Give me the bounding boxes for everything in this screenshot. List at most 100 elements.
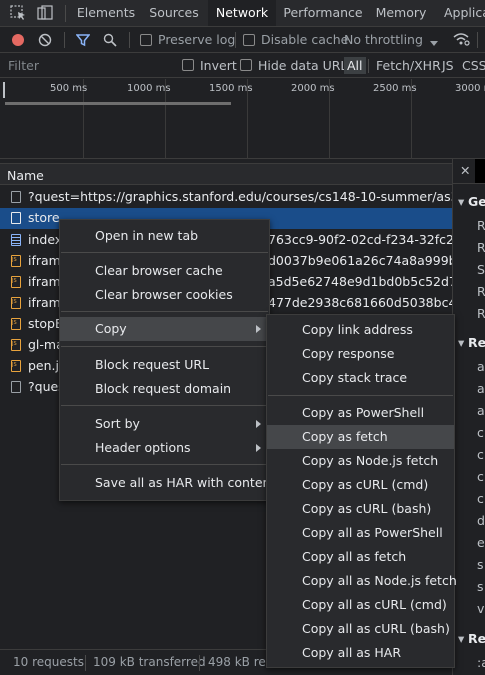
menu-item-sort-by[interactable]: Sort by <box>95 412 140 436</box>
menu-item-copy-all-as-nodejs-fetch[interactable]: Copy all as Node.js fetch <box>302 569 457 593</box>
section-toggle-icon[interactable]: ▾ <box>458 631 464 646</box>
inspect-element-icon[interactable] <box>10 5 28 21</box>
menu-item-copy-all-as-curl-bash[interactable]: Copy all as cURL (bash) <box>302 617 450 641</box>
dropdown-arrow-icon[interactable] <box>430 36 438 50</box>
context-menu: Open in new tab Clear browser cache Clea… <box>59 219 275 501</box>
filter-input[interactable]: Filter <box>8 58 39 73</box>
record-icon[interactable] <box>11 33 25 50</box>
menu-item-copy-all-as-curl-cmd[interactable]: Copy all as cURL (cmd) <box>302 593 447 617</box>
filter-css-button[interactable]: CSS <box>462 58 485 73</box>
script-icon <box>11 360 21 372</box>
timeline-tick-label: 2500 ms <box>373 83 417 94</box>
column-header-label: Name <box>7 168 44 183</box>
devtools-tab-bar: Elements Sources Network Performance Mem… <box>0 0 485 27</box>
close-icon[interactable]: ✕ <box>460 163 470 178</box>
detail-key: e <box>477 535 485 550</box>
tab-memory[interactable]: Memory <box>370 0 432 26</box>
menu-separator <box>61 311 268 312</box>
resources-size: 498 kB res <box>208 655 273 669</box>
filter-fetch-xhr-button[interactable]: Fetch/XHR <box>376 58 441 73</box>
detail-key: a <box>477 359 485 374</box>
menu-item-copy-all-as-powershell[interactable]: Copy all as PowerShell <box>302 521 443 545</box>
submenu-arrow-icon <box>256 444 261 452</box>
script-icon <box>11 318 21 330</box>
request-url-suffix: 763cc9-90f2-02cd-f234-32fc23... <box>268 232 452 247</box>
detail-key: R <box>477 218 485 233</box>
menu-item-copy-as-fetch-label: Copy as fetch <box>302 429 388 444</box>
tab-application[interactable]: Applica <box>444 0 485 26</box>
invert-label: Invert <box>200 58 237 73</box>
menu-item-copy[interactable]: Copy <box>60 317 269 341</box>
column-header-name[interactable]: Name <box>0 163 452 185</box>
table-row[interactable]: ?quest=https://graphics.stanford.edu/cou… <box>0 187 452 208</box>
tab-sources[interactable]: Sources <box>144 0 204 26</box>
hide-data-urls-checkbox[interactable] <box>240 59 252 71</box>
script-icon <box>11 297 21 309</box>
response-headers-header[interactable]: Res <box>468 335 485 350</box>
menu-item-header-options[interactable]: Header options <box>95 436 191 460</box>
clear-icon[interactable] <box>38 33 52 50</box>
request-details-pane: ✕ ▾ Gen R R S R R ▾ Res a a a c c c c d … <box>452 159 485 675</box>
timeline-tick-label: 3000 m <box>455 83 485 94</box>
menu-item-copy-as-curl-cmd[interactable]: Copy as cURL (cmd) <box>302 473 428 497</box>
tab-network[interactable]: Network <box>208 0 276 26</box>
menu-item-copy-stack-trace[interactable]: Copy stack trace <box>302 366 407 390</box>
network-toolbar: Preserve log Disable cache No throttling <box>0 27 485 53</box>
detail-key: a <box>477 403 485 418</box>
detail-key: S <box>477 262 485 277</box>
request-headers-header[interactable]: Req <box>468 631 485 646</box>
tab-elements[interactable]: Elements <box>71 0 141 26</box>
menu-separator <box>61 464 268 465</box>
details-tab[interactable] <box>475 159 485 183</box>
throttling-select[interactable]: No throttling <box>344 32 423 47</box>
menu-separator <box>61 346 268 347</box>
detail-key: R <box>477 284 485 299</box>
preserve-log-checkbox[interactable] <box>140 34 152 46</box>
disable-cache-checkbox[interactable] <box>243 34 255 46</box>
request-name: ?quest=https://graphics.stanford.edu/cou… <box>28 189 452 204</box>
divider <box>199 655 200 671</box>
invert-checkbox[interactable] <box>182 59 194 71</box>
detail-key: s <box>477 557 484 572</box>
section-toggle-icon[interactable]: ▾ <box>458 194 464 209</box>
filter-icon[interactable] <box>75 33 91 50</box>
menu-item-open-new-tab[interactable]: Open in new tab <box>95 224 198 248</box>
menu-item-copy-response[interactable]: Copy response <box>302 342 394 366</box>
request-name: store <box>28 210 60 225</box>
menu-item-copy-as-curl-bash[interactable]: Copy as cURL (bash) <box>302 497 431 521</box>
menu-item-copy-as-fetch[interactable]: Copy as fetch <box>267 425 454 449</box>
detail-key: c <box>477 425 484 440</box>
menu-item-block-domain[interactable]: Block request domain <box>95 377 231 401</box>
divider <box>64 32 65 48</box>
filter-all-button[interactable]: All <box>344 57 366 74</box>
timeline-cursor <box>3 82 5 98</box>
device-toolbar-icon[interactable] <box>36 5 54 21</box>
network-conditions-icon[interactable] <box>452 32 470 49</box>
menu-item-copy-all-as-fetch[interactable]: Copy all as fetch <box>302 545 406 569</box>
detail-key: c <box>477 491 484 506</box>
general-section-header[interactable]: Gen <box>468 194 485 209</box>
menu-item-copy-as-nodejs-fetch[interactable]: Copy as Node.js fetch <box>302 449 438 473</box>
divider <box>368 59 369 73</box>
detail-key: c <box>477 447 484 462</box>
menu-item-save-har[interactable]: Save all as HAR with content <box>95 471 275 495</box>
timeline-overview[interactable]: 500 ms 1000 ms 1500 ms 2000 ms 2500 ms 3… <box>0 79 485 159</box>
menu-item-clear-cookies[interactable]: Clear browser cookies <box>95 283 233 307</box>
timeline-tick-label: 2000 ms <box>291 83 335 94</box>
menu-item-copy-link-address[interactable]: Copy link address <box>302 318 413 342</box>
filter-js-button[interactable]: JS <box>442 58 454 73</box>
detail-key: v <box>477 601 485 616</box>
timeline-tick-label: 1000 ms <box>127 83 171 94</box>
timeline-bar <box>5 102 231 105</box>
divider <box>85 655 86 671</box>
tab-performance[interactable]: Performance <box>282 0 364 26</box>
menu-item-block-url[interactable]: Block request URL <box>95 353 209 377</box>
search-icon[interactable] <box>103 33 117 50</box>
menu-item-clear-cache[interactable]: Clear browser cache <box>95 259 223 283</box>
menu-item-copy-all-as-har[interactable]: Copy all as HAR <box>302 641 401 665</box>
menu-separator <box>61 252 268 253</box>
menu-item-copy-as-powershell[interactable]: Copy as PowerShell <box>302 401 424 425</box>
detail-key: R <box>477 306 485 321</box>
section-toggle-icon[interactable]: ▾ <box>458 335 464 350</box>
script-icon <box>11 276 21 288</box>
